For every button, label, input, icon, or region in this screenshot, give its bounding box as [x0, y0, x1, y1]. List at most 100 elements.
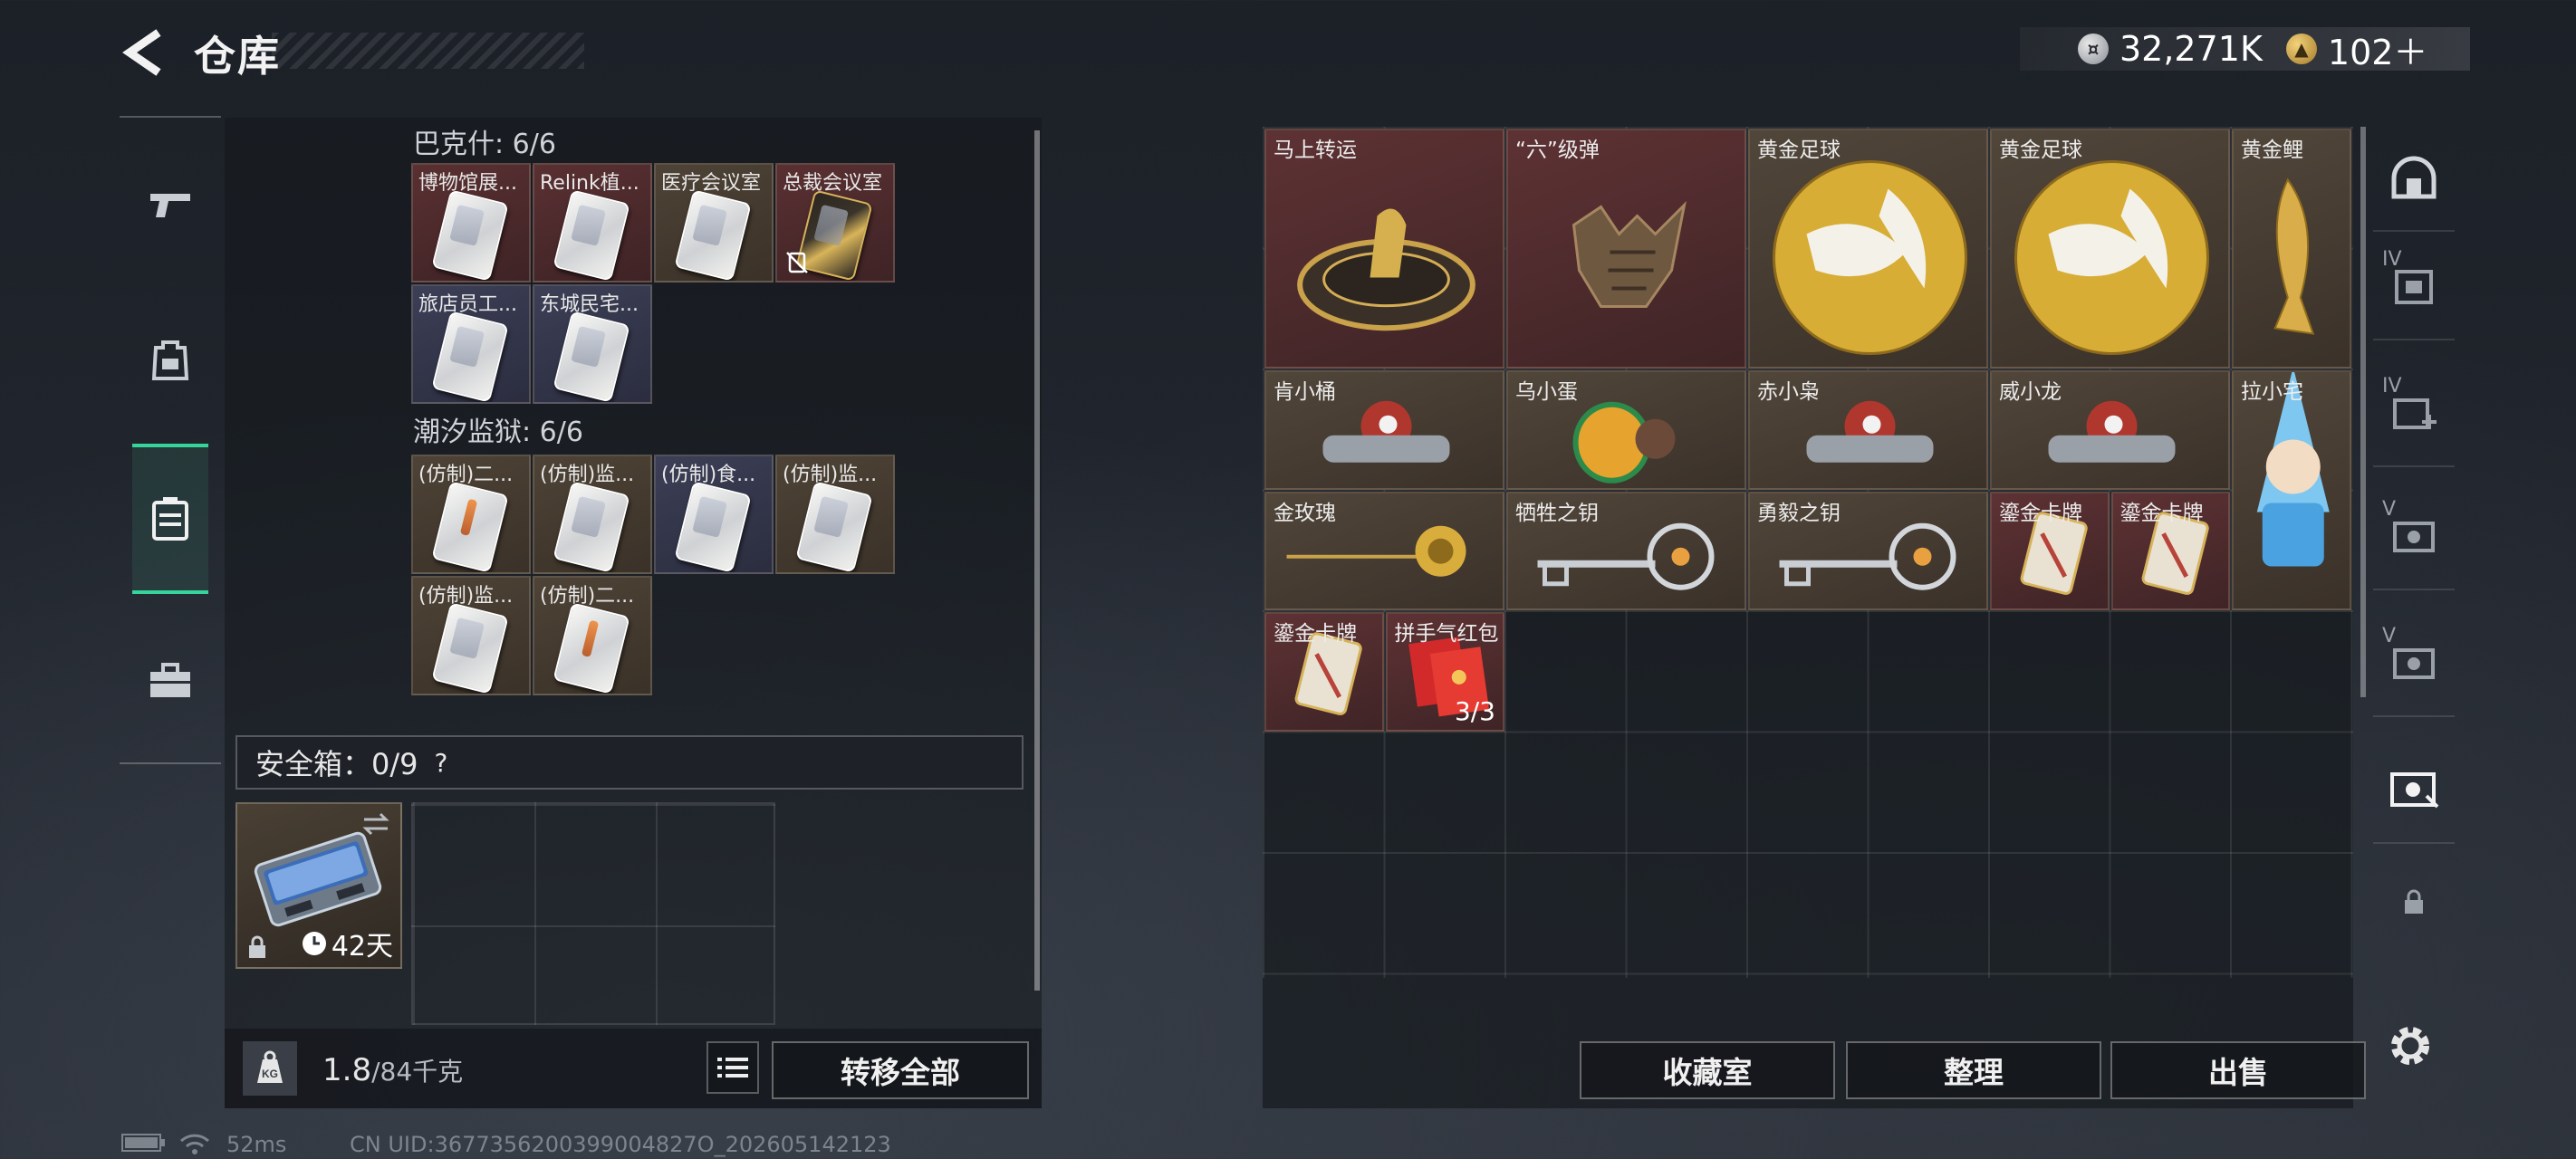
slot-label: 博物馆展...	[418, 172, 517, 195]
tier-label: V	[2382, 498, 2397, 521]
clock-icon	[302, 932, 326, 955]
tier-label: IV	[2382, 375, 2402, 398]
sell-button[interactable]: 出售	[2110, 1041, 2366, 1099]
keycard-icon	[553, 189, 630, 281]
rail-case-active[interactable]	[2373, 735, 2455, 844]
gold-carp-icon	[2273, 177, 2315, 335]
organize-button[interactable]: 整理	[1846, 1041, 2101, 1099]
slot-label: 东城民宅...	[540, 293, 639, 316]
rail-locked[interactable]	[2373, 848, 2455, 956]
list-view-button[interactable]	[706, 1041, 759, 1094]
storage-slot[interactable]: 旅店员工...	[411, 284, 531, 404]
home-icon	[2391, 156, 2437, 199]
collection-item[interactable]: 肯小桶	[1264, 370, 1504, 490]
keycard-icon	[674, 189, 752, 281]
weight-icon: KG	[243, 1041, 297, 1096]
settings-button[interactable]	[2384, 1020, 2437, 1072]
safe-box-header: 安全箱：0/9 ?	[235, 735, 1024, 790]
collection-item[interactable]: 马上转运	[1264, 129, 1504, 369]
back-button[interactable]	[118, 27, 168, 78]
collection-item[interactable]: 金玫瑰	[1264, 491, 1504, 610]
safe-box-duration: 42天	[301, 924, 393, 963]
collection-item[interactable]: 鎏金卡牌	[1264, 612, 1384, 732]
tier-label: V	[2382, 625, 2397, 647]
item-label: 黄金足球	[1999, 139, 2082, 162]
rail-home[interactable]	[2373, 123, 2455, 232]
storage-slot[interactable]: 总裁会议室	[775, 163, 895, 283]
slot-label: (仿制)监...	[783, 464, 878, 486]
item-label: 黄金足球	[1757, 139, 1841, 162]
tier-label: IV	[2382, 248, 2402, 271]
rail-case-iv[interactable]: IV	[2373, 232, 2455, 340]
collection-item[interactable]: 黄金足球	[1990, 129, 2230, 369]
storage-slot[interactable]: (仿制)二...	[533, 576, 652, 695]
storage-slot[interactable]: (仿制)监...	[533, 455, 652, 574]
nav-backpack[interactable]	[132, 308, 208, 409]
safe-box-grid[interactable]	[411, 802, 775, 1025]
collection-item[interactable]: 鎏金卡牌	[1990, 491, 2110, 610]
token-balance[interactable]: 102＋	[2328, 24, 2428, 74]
rail-case-v2[interactable]: V	[2373, 608, 2455, 717]
keycard-icon	[553, 602, 630, 694]
keycard-icon	[795, 481, 873, 572]
item-label: 黄金鲤	[2241, 139, 2303, 162]
item-label: 赤小枭	[1757, 380, 1820, 404]
storage-slot[interactable]: (仿制)监...	[411, 576, 531, 695]
storage-slot[interactable]: (仿制)二...	[411, 455, 531, 574]
section-title: 潮汐监狱: 6/6	[413, 417, 583, 448]
collection-scrollbar[interactable]	[2360, 127, 2366, 697]
safe-box-item[interactable]: 42天	[235, 802, 402, 969]
collection-item[interactable]: “六”级弹	[1506, 129, 1746, 369]
storage-slot[interactable]: (仿制)监...	[775, 455, 895, 574]
item-label: 拼手气红包	[1394, 622, 1499, 646]
storage-slot[interactable]: Relink植...	[533, 163, 652, 283]
collection-item[interactable]: 乌小蛋	[1506, 370, 1746, 490]
collection-item[interactable]: 赤小枭	[1748, 370, 1988, 490]
item-label: 乌小蛋	[1515, 380, 1578, 404]
user-uid: CN UID:3677356200399004827O_202605142123	[350, 1132, 891, 1157]
case-v2-icon	[2393, 648, 2435, 679]
keycard-icon	[553, 481, 630, 572]
transfer-all-button[interactable]: 转移全部	[772, 1041, 1029, 1099]
swap-icon[interactable]	[360, 811, 391, 837]
storage-slot[interactable]: 博物馆展...	[411, 163, 531, 283]
item-label: 鎏金卡牌	[1999, 501, 2082, 525]
currency-bar: ¤ 32,271K ▲ 102＋	[2020, 24, 2470, 74]
collection-item[interactable]: 牺牲之钥	[1506, 491, 1746, 610]
nav-toolbox[interactable]	[132, 630, 208, 732]
slot-label: (仿制)食...	[661, 464, 756, 486]
page-title: 仓库	[194, 32, 281, 81]
chevron-left-icon	[122, 29, 161, 76]
rail-case-v[interactable]: V	[2373, 482, 2455, 590]
collection-item[interactable]: 拼手气红包 3/3	[1385, 612, 1504, 732]
item-label: 勇毅之钥	[1757, 501, 1841, 525]
storage-slot[interactable]: (仿制)食...	[654, 455, 774, 574]
item-label: 鎏金卡牌	[1274, 622, 1357, 646]
storage-slot[interactable]: 东城民宅...	[533, 284, 652, 404]
list-icon	[717, 1058, 748, 1078]
help-icon[interactable]: ?	[435, 748, 448, 778]
storage-slot[interactable]: 医疗会议室	[654, 163, 774, 283]
item-label: 拉小宅	[2241, 380, 2303, 404]
collection-item[interactable]: 黄金足球	[1748, 129, 1988, 369]
no-drop-icon	[786, 252, 808, 273]
collection-item[interactable]: 威小龙	[1990, 370, 2230, 490]
token-icon: ▲	[2285, 34, 2317, 64]
slot-label: (仿制)监...	[540, 464, 635, 486]
nav-weapons[interactable]	[132, 154, 208, 255]
collection-room-button[interactable]: 收藏室	[1580, 1041, 1835, 1099]
nav-storage[interactable]	[132, 444, 208, 594]
slot-label: 医疗会议室	[661, 172, 762, 195]
collection-item[interactable]: 勇毅之钥	[1748, 491, 1988, 610]
gold-ball-icon	[2014, 160, 2209, 355]
collection-item[interactable]: 黄金鲤	[2232, 129, 2351, 369]
item-label: 肯小桶	[1274, 380, 1336, 404]
battery-icon	[121, 1132, 167, 1159]
backpack-icon	[151, 340, 189, 380]
storage-scrollbar[interactable]	[1034, 130, 1040, 991]
rail-case-iv-plus[interactable]: IV	[2373, 359, 2455, 467]
case-active-icon	[2390, 772, 2439, 809]
collection-item[interactable]: 拉小宅	[2232, 370, 2351, 610]
collection-item[interactable]: 鎏金卡牌	[2110, 491, 2230, 610]
section-title: 巴克什: 6/6	[413, 129, 556, 160]
